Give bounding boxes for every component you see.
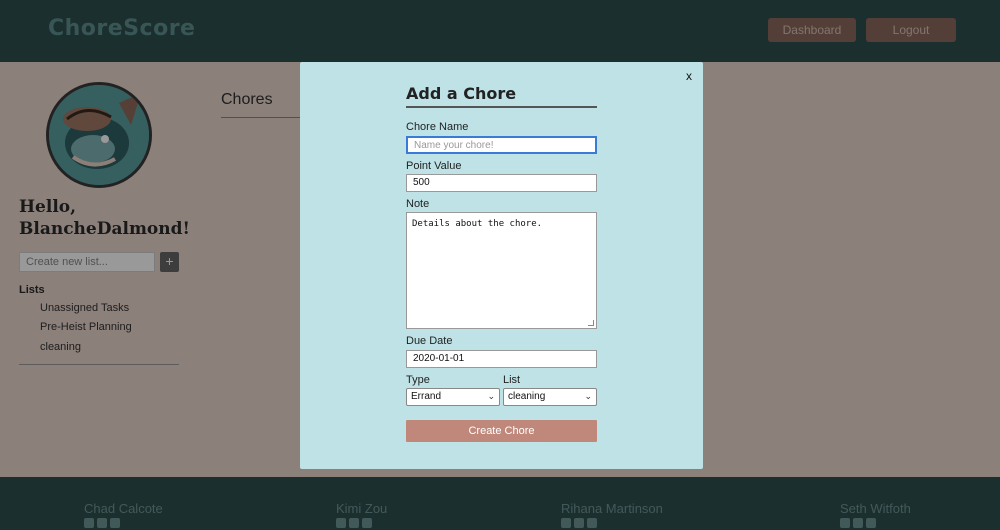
chore-name-input[interactable]: Name your chore! [406,136,597,154]
due-date-input[interactable]: 2020-01-01 [406,350,597,368]
divider [406,106,597,108]
close-button[interactable]: x [686,69,692,83]
list-select[interactable]: cleaning ⌄ [503,388,597,406]
create-chore-button[interactable]: Create Chore [406,420,597,442]
add-chore-modal: x Add a Chore Chore Name Name your chore… [300,62,703,469]
type-label: Type [406,374,430,386]
point-value-input[interactable]: 500 [406,174,597,192]
resize-handle[interactable] [588,320,594,326]
point-value-label: Point Value [406,160,462,172]
chevron-down-icon: ⌄ [487,391,495,401]
note-textarea[interactable]: Details about the chore. [406,212,597,329]
chore-name-label: Chore Name [406,121,469,133]
chevron-down-icon: ⌄ [584,391,592,401]
list-label: List [503,374,521,386]
list-select-value: cleaning [508,391,546,402]
type-select[interactable]: Errand ⌄ [406,388,500,406]
due-date-label: Due Date [406,335,453,347]
note-label: Note [406,198,430,210]
modal-title: Add a Chore [406,84,517,103]
type-select-value: Errand [411,391,442,402]
note-text: Details about the chore. [412,219,543,229]
